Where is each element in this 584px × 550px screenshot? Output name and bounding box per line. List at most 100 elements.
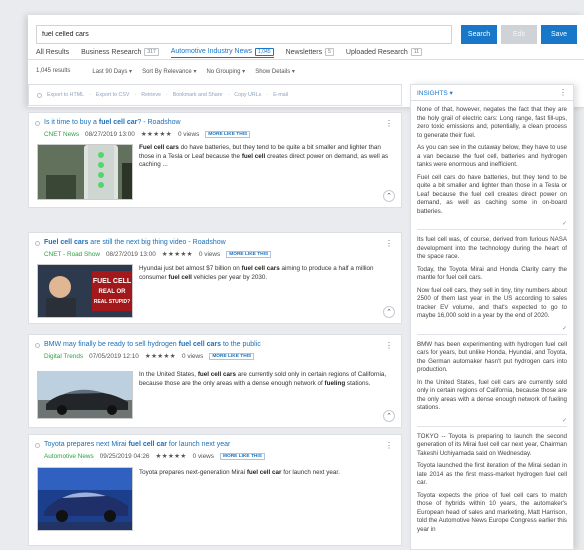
result-thumbnail xyxy=(37,371,133,419)
tabs-divider xyxy=(28,59,584,60)
result-meta: Automotive News 09/25/2019 04:26 ★★★★★ 0… xyxy=(44,452,265,460)
result-meta: CNET - Road Show 08/27/2019 13:00 ★★★★★ … xyxy=(44,250,272,258)
result-snippet: Fuel cell cars do have batteries, but th… xyxy=(139,144,389,169)
collapse-icon[interactable]: ⌃ xyxy=(383,190,395,202)
insight-paragraph: TOKYO -- Toyota is preparing to launch t… xyxy=(417,432,567,457)
result-source[interactable]: CNET - Road Show xyxy=(44,251,100,258)
insight-divider: ✓ xyxy=(417,220,567,230)
result-views: 0 views xyxy=(198,250,221,258)
result-title[interactable]: Is it time to buy a fuel cell car? - Roa… xyxy=(44,119,181,126)
insights-header: INSIGHTS ▾ ⋮ xyxy=(411,85,573,101)
sort-dropdown[interactable]: Sort By Relevance xyxy=(142,68,196,78)
tab-all-results[interactable]: All Results xyxy=(36,46,69,58)
tab-label: Uploaded Research xyxy=(345,48,408,56)
result-views: 0 views xyxy=(182,352,204,360)
email-action[interactable]: E-mail xyxy=(273,92,288,98)
export-html-action[interactable]: Export to HTML xyxy=(47,92,84,98)
rating-stars[interactable]: ★★★★★ xyxy=(156,452,187,460)
result-checkbox[interactable] xyxy=(35,241,40,246)
result-meta: CNET News 08/27/2019 13:00 ★★★★★ 0 views… xyxy=(44,130,251,138)
result-thumbnail xyxy=(37,467,133,531)
tab-count-badge: 11 xyxy=(410,48,422,56)
more-options-icon[interactable]: ⋮ xyxy=(385,239,393,248)
more-like-this-button[interactable]: MORE LIKE THIS xyxy=(205,130,251,138)
insights-title[interactable]: INSIGHTS ▾ xyxy=(417,89,453,97)
results-panel: Export to HTML · Export to CSV · Retrieve ·… xyxy=(28,80,402,550)
export-csv-action[interactable]: Export to CSV xyxy=(96,92,130,98)
collapse-icon[interactable]: ⌃ xyxy=(383,306,395,318)
insight-paragraph: Today, the Toyota Mirai and Honda Clarit… xyxy=(417,265,567,282)
bookmark-share-action[interactable]: Bookmark and Share xyxy=(173,92,223,98)
result-title[interactable]: Fuel cell cars are still the next big th… xyxy=(44,239,226,246)
pin-icon[interactable]: ✓ xyxy=(562,325,567,334)
result-snippet: Toyota prepares next-generation Mirai fu… xyxy=(139,469,340,476)
result-checkbox[interactable] xyxy=(35,443,40,448)
result-source[interactable]: Digital Trends xyxy=(44,353,83,360)
result-title[interactable]: Toyota prepares next Mirai fuel cell car… xyxy=(44,441,230,448)
pin-icon[interactable]: ✓ xyxy=(562,220,567,229)
tab-count-badge: 1,045 xyxy=(255,47,274,56)
source-tabs: All Results Business Research 317 Automot… xyxy=(36,46,422,58)
result-date: 07/05/2019 12:10 xyxy=(89,352,139,360)
retrieve-action[interactable]: Retrieve xyxy=(141,92,161,98)
tab-label: Automotive Industry News xyxy=(170,48,253,55)
tab-uploaded-research[interactable]: Uploaded Research 11 xyxy=(346,46,422,58)
rating-stars[interactable]: ★★★★★ xyxy=(145,352,176,360)
result-title[interactable]: BMW may finally be ready to sell hydroge… xyxy=(44,341,261,348)
result-thumbnail xyxy=(37,144,133,200)
details-dropdown[interactable]: Show Details xyxy=(255,68,295,78)
pin-icon[interactable]: ✓ xyxy=(562,417,567,426)
result-snippet: Hyundai just bet almost $7 billion on fu… xyxy=(139,265,374,281)
result-checkbox[interactable] xyxy=(35,343,40,348)
insight-paragraph: In the United States, fuel cell cars are… xyxy=(417,378,567,412)
select-all-checkbox[interactable] xyxy=(37,92,42,98)
tab-newsletters[interactable]: Newsletters 5 xyxy=(286,46,334,58)
more-options-icon[interactable]: ⋮ xyxy=(385,441,393,450)
tab-business-research[interactable]: Business Research 317 xyxy=(81,46,159,58)
result-card: BMW may finally be ready to sell hydroge… xyxy=(28,334,402,428)
insight-paragraph: BMW has been experimenting with hydrogen… xyxy=(417,340,567,374)
result-source[interactable]: CNET News xyxy=(44,131,79,138)
edit-button[interactable]: Edit xyxy=(501,25,537,44)
search-input[interactable] xyxy=(36,25,452,44)
insights-panel: INSIGHTS ▾ ⋮ None of that, however, nega… xyxy=(410,84,574,550)
more-options-icon[interactable]: ⋮ xyxy=(385,119,393,128)
insight-paragraph: Its fuel cell was, of course, derived fr… xyxy=(417,236,567,260)
insight-paragraph: None of that, however, negates the fact … xyxy=(417,106,567,139)
search-button[interactable]: Search xyxy=(461,25,497,44)
rating-stars[interactable]: ★★★★★ xyxy=(141,130,172,138)
insight-paragraph: Toyota launched the first iteration of t… xyxy=(417,462,567,486)
date-range-dropdown[interactable]: Last 90 Days xyxy=(92,68,132,78)
collapse-icon[interactable]: ⌃ xyxy=(383,410,395,422)
rating-stars[interactable]: ★★★★★ xyxy=(162,250,193,258)
tab-label: Newsletters xyxy=(285,48,323,56)
search-row: Search Edit Save xyxy=(36,25,577,44)
grouping-dropdown[interactable]: No Grouping xyxy=(206,68,245,78)
more-options-icon[interactable]: ⋮ xyxy=(385,341,393,350)
result-date: 09/25/2019 04:26 xyxy=(99,452,150,460)
result-date: 08/27/2019 13:00 xyxy=(106,250,156,258)
result-views: 0 views xyxy=(177,130,200,138)
save-button[interactable]: Save xyxy=(541,25,577,44)
insights-options-icon[interactable]: ⋮ xyxy=(559,88,567,97)
tab-count-badge: 317 xyxy=(144,48,159,56)
tab-automotive-industry-news[interactable]: Automotive Industry News 1,045 xyxy=(170,46,274,58)
more-like-this-button[interactable]: MORE LIKE THIS xyxy=(209,352,255,360)
result-source[interactable]: Automotive News xyxy=(44,453,94,460)
result-checkbox[interactable] xyxy=(35,121,40,126)
result-thumbnail: FUEL CELL REAL OR REAL STUPID? xyxy=(37,264,133,318)
insight-paragraph: Toyota expects the price of fuel cell ca… xyxy=(417,491,567,533)
copy-urls-action[interactable]: Copy URLs xyxy=(234,92,261,98)
results-count: 1,045 results xyxy=(36,68,71,74)
thumbnail-caption: REAL OR xyxy=(99,289,127,295)
result-snippet: In the United States, fuel cell cars are… xyxy=(139,371,387,387)
more-like-this-button[interactable]: MORE LIKE THIS xyxy=(219,452,265,460)
thumbnail-caption: REAL STUPID? xyxy=(94,299,130,305)
more-like-this-button[interactable]: MORE LIKE THIS xyxy=(226,250,272,258)
result-card: Fuel cell cars are still the next big th… xyxy=(28,232,402,324)
result-date: 08/27/2019 13:00 xyxy=(85,130,135,138)
filter-bar: 1,045 results Last 90 Days Sort By Relev… xyxy=(36,68,295,78)
thumbnail-caption: FUEL CELL xyxy=(93,278,132,285)
insights-body: None of that, however, negates the fact … xyxy=(411,101,573,543)
insight-paragraph: As you can see in the cutaway below, the… xyxy=(417,144,567,168)
